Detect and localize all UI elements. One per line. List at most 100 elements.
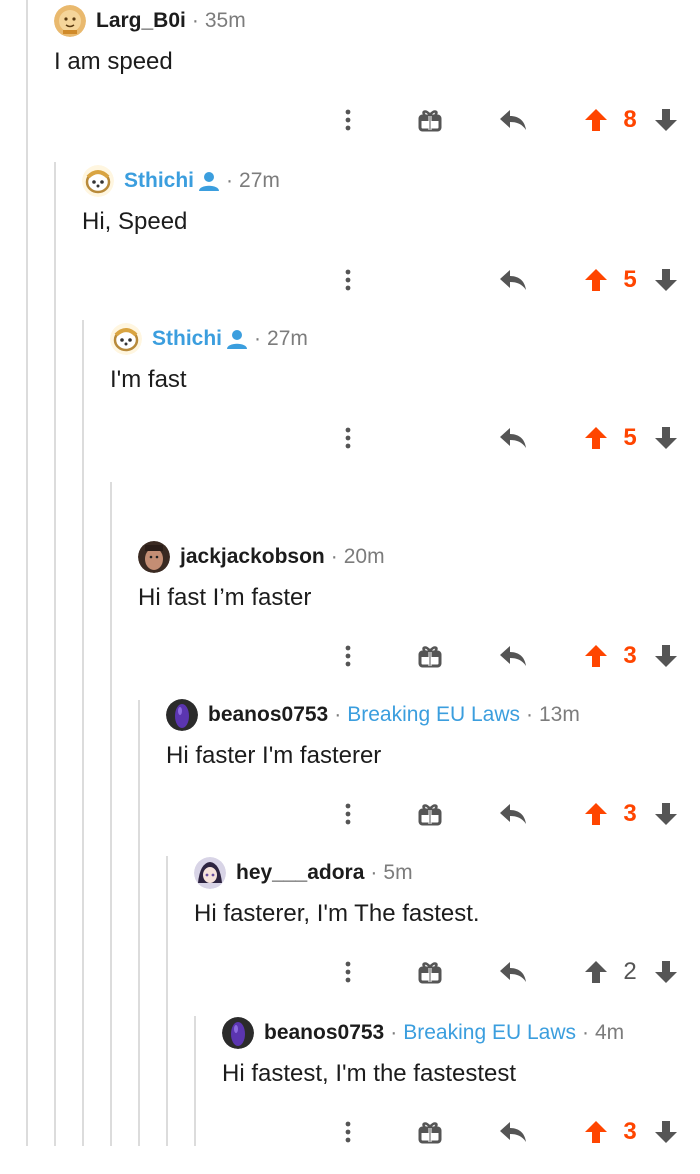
comment: Sthichi · 27m I'm fast 5 — [0, 322, 700, 480]
user-avatar[interactable] — [54, 5, 86, 37]
user-avatar[interactable] — [166, 699, 198, 731]
comment-body: Hi fast I’m faster — [138, 584, 312, 611]
comment-header: beanos0753 · Breaking EU Laws · 4m — [222, 1016, 624, 1050]
user-avatar[interactable] — [110, 323, 142, 355]
reply-arrow-icon[interactable] — [498, 954, 528, 990]
upvote-arrow-icon[interactable] — [582, 796, 610, 832]
reply-arrow-icon[interactable] — [498, 1114, 528, 1150]
username-link[interactable]: Larg_B0i — [96, 9, 186, 33]
user-flair: Breaking EU Laws — [347, 703, 520, 726]
comment-body: Hi, Speed — [82, 208, 188, 235]
separator-dot: · — [334, 703, 342, 726]
comment: hey___adora · 5m Hi fasterer, I'm The fa… — [0, 856, 700, 1014]
comment-age: 13m — [539, 703, 580, 726]
vote-score: 5 — [623, 424, 637, 451]
user-avatar[interactable] — [82, 165, 114, 197]
downvote-arrow-icon[interactable] — [652, 954, 680, 990]
comment-actions: 3 — [0, 638, 700, 674]
comment-actions: 8 — [0, 102, 700, 138]
separator-dot: · — [330, 545, 338, 568]
gift-award-icon[interactable] — [416, 638, 444, 674]
downvote-arrow-icon[interactable] — [652, 1114, 680, 1150]
downvote-arrow-icon[interactable] — [652, 262, 680, 298]
comment: beanos0753 · Breaking EU Laws · 4m Hi fas… — [0, 1016, 700, 1174]
comment-body: Hi fasterer, I'm The fastest. — [194, 900, 480, 927]
separator-dot: · — [582, 1021, 589, 1044]
comment-age: 35m — [204, 9, 246, 32]
username-link[interactable]: Sthichi — [152, 327, 222, 351]
user-avatar[interactable] — [138, 541, 170, 573]
separator-dot: · — [226, 169, 234, 192]
vote-score: 2 — [623, 958, 637, 985]
downvote-arrow-icon[interactable] — [652, 420, 680, 456]
vertical-dots-icon[interactable] — [336, 1114, 360, 1150]
comment-actions: 2 — [0, 954, 700, 990]
upvote-arrow-icon[interactable] — [582, 420, 610, 456]
username-link[interactable]: hey___adora — [236, 861, 364, 885]
vertical-dots-icon[interactable] — [336, 420, 360, 456]
comment-age: 5m — [383, 861, 413, 884]
comment-body: Hi fastest, I'm the fastestest — [222, 1060, 517, 1087]
reply-arrow-icon[interactable] — [498, 796, 528, 832]
comment-age: 20m — [343, 545, 385, 568]
comment-age: 27m — [239, 169, 280, 192]
separator-dot: · — [254, 327, 262, 350]
comment: beanos0753 · Breaking EU Laws · 13m Hi fa… — [0, 698, 700, 856]
gift-award-icon[interactable] — [416, 954, 444, 990]
reply-arrow-icon[interactable] — [498, 262, 528, 298]
reply-arrow-icon[interactable] — [498, 102, 528, 138]
user-avatar[interactable] — [194, 857, 226, 889]
vertical-dots-icon[interactable] — [336, 262, 360, 298]
username-link[interactable]: beanos0753 — [208, 703, 328, 727]
username-link[interactable]: jackjackobson — [180, 545, 325, 569]
comment-header: hey___adora · 5m — [194, 856, 413, 890]
downvote-arrow-icon[interactable] — [652, 796, 680, 832]
comment: jackjackobson · 20m Hi fast I’m faster 3 — [0, 540, 700, 698]
vertical-dots-icon[interactable] — [336, 102, 360, 138]
vote-score: 3 — [623, 642, 637, 669]
comment-header: jackjackobson · 20m — [138, 540, 385, 574]
downvote-arrow-icon[interactable] — [652, 102, 680, 138]
username-link[interactable]: Sthichi — [124, 169, 194, 193]
comment-header: Sthichi · 27m — [110, 322, 308, 356]
vertical-dots-icon[interactable] — [336, 638, 360, 674]
downvote-arrow-icon[interactable] — [652, 638, 680, 674]
comment-body: Hi faster I'm fasterer — [166, 742, 382, 769]
comment-age: 27m — [267, 327, 308, 350]
comment-header: beanos0753 · Breaking EU Laws · 13m — [166, 698, 580, 732]
upvote-arrow-icon[interactable] — [582, 1114, 610, 1150]
user-avatar[interactable] — [222, 1017, 254, 1049]
vertical-dots-icon[interactable] — [336, 954, 360, 990]
op-person-icon — [198, 171, 220, 191]
comment-actions: 5 — [0, 420, 700, 456]
comment-body: I'm fast — [110, 366, 187, 393]
user-flair: Breaking EU Laws — [403, 1021, 576, 1044]
comment-actions: 3 — [0, 796, 700, 832]
reply-arrow-icon[interactable] — [498, 420, 528, 456]
comment-actions: 5 — [0, 262, 700, 298]
vote-score: 3 — [623, 1118, 637, 1145]
separator-dot: · — [526, 703, 533, 726]
vote-score: 8 — [623, 106, 637, 133]
vertical-dots-icon[interactable] — [336, 796, 360, 832]
gift-award-icon[interactable] — [416, 102, 444, 138]
comment: Sthichi · 27m Hi, Speed 5 — [0, 164, 700, 322]
reply-arrow-icon[interactable] — [498, 638, 528, 674]
separator-dot: · — [191, 9, 199, 32]
vote-score: 3 — [623, 800, 637, 827]
upvote-arrow-icon[interactable] — [582, 102, 610, 138]
comment-age: 4m — [595, 1021, 625, 1044]
op-person-icon — [226, 329, 248, 349]
upvote-arrow-icon[interactable] — [582, 638, 610, 674]
comment-header: Larg_B0i · 35m — [54, 4, 246, 38]
upvote-arrow-icon[interactable] — [582, 262, 610, 298]
vote-score: 5 — [623, 266, 637, 293]
gift-award-icon[interactable] — [416, 1114, 444, 1150]
comment-header: Sthichi · 27m — [82, 164, 280, 198]
separator-dot: · — [390, 1021, 398, 1044]
separator-dot: · — [370, 861, 378, 884]
gift-award-icon[interactable] — [416, 796, 444, 832]
upvote-arrow-icon[interactable] — [582, 954, 610, 990]
comment: Larg_B0i · 35m I am speed 8 — [0, 4, 700, 162]
username-link[interactable]: beanos0753 — [264, 1021, 384, 1045]
